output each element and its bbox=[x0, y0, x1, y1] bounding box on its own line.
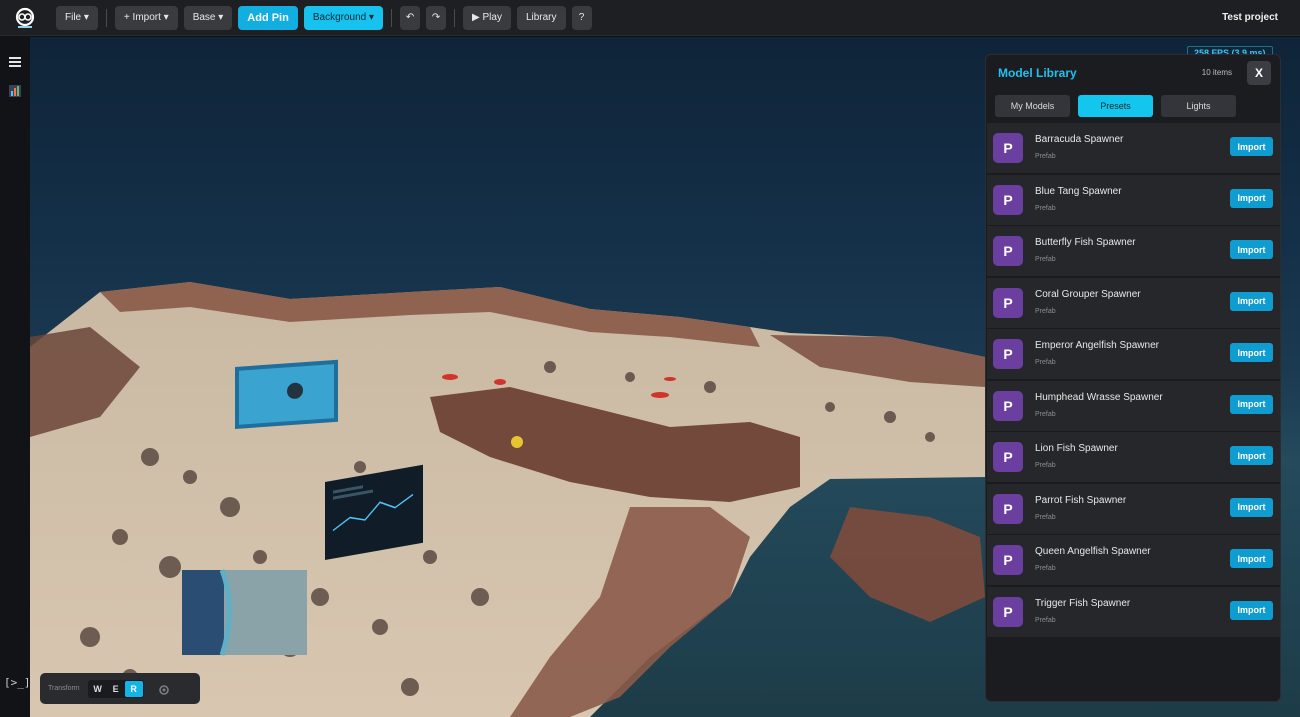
panel-header: Model Library 10 items X bbox=[986, 55, 1280, 91]
play-button[interactable]: ▶ Play bbox=[463, 5, 511, 30]
prefab-badge: P bbox=[993, 133, 1023, 163]
list-item: P Trigger Fish Spawner Prefab Import bbox=[987, 586, 1280, 638]
import-button[interactable]: Import bbox=[1230, 343, 1273, 362]
transform-mode-group: W E R bbox=[87, 679, 144, 698]
import-button[interactable]: Import bbox=[1230, 240, 1273, 259]
top-toolbar: File ▾ + Import ▾ Base ▾ Add Pin Backgro… bbox=[0, 0, 1300, 36]
item-name: Butterfly Fish Spawner bbox=[1035, 237, 1136, 248]
list-item: P Lion Fish Spawner Prefab Import bbox=[987, 432, 1280, 483]
item-type: Prefab bbox=[1035, 359, 1056, 366]
tab-lights[interactable]: Lights bbox=[1161, 95, 1236, 117]
item-name: Queen Angelfish Spawner bbox=[1035, 546, 1151, 557]
item-name: Coral Grouper Spawner bbox=[1035, 288, 1141, 300]
prefab-badge: P bbox=[993, 339, 1023, 369]
panel-title: Model Library bbox=[998, 66, 1077, 80]
item-name: Trigger Fish Spawner bbox=[1035, 597, 1131, 609]
toolbar-divider bbox=[454, 8, 456, 27]
item-name: Blue Tang Spawner bbox=[1035, 185, 1122, 197]
scale-mode-button[interactable]: R bbox=[124, 680, 143, 697]
app-logo-icon[interactable] bbox=[12, 5, 38, 31]
prefab-badge: P bbox=[993, 442, 1023, 472]
prefab-badge: P bbox=[993, 236, 1023, 266]
list-item: P Queen Angelfish Spawner Prefab Import bbox=[987, 535, 1280, 586]
hamburger-menu-icon[interactable] bbox=[7, 54, 23, 70]
preset-list: P Barracuda Spawner Prefab Import P Blue… bbox=[986, 123, 1280, 638]
tab-my-models[interactable]: My Models bbox=[995, 95, 1070, 117]
redo-button[interactable]: ↷ bbox=[426, 5, 447, 30]
prefab-badge: P bbox=[993, 545, 1023, 575]
model-library-panel: Model Library 10 items X My Models Prese… bbox=[985, 54, 1281, 702]
stats-chart-icon[interactable] bbox=[7, 83, 23, 99]
item-type: Prefab bbox=[1035, 616, 1056, 624]
file-menu-button[interactable]: File ▾ bbox=[56, 5, 98, 30]
list-item: P Coral Grouper Spawner Prefab Import bbox=[987, 277, 1280, 329]
prefab-badge: P bbox=[993, 184, 1023, 215]
item-type: Prefab bbox=[1035, 256, 1056, 263]
gear-icon[interactable] bbox=[158, 683, 170, 695]
close-button[interactable]: X bbox=[1247, 61, 1271, 85]
item-type: Prefab bbox=[1035, 462, 1056, 469]
import-menu-button[interactable]: + Import ▾ bbox=[114, 5, 178, 30]
import-button[interactable]: Import bbox=[1230, 137, 1273, 156]
transform-toolbar: Transform W E R bbox=[40, 673, 200, 704]
rotate-mode-button[interactable]: E bbox=[107, 681, 125, 697]
library-button[interactable]: Library bbox=[516, 5, 566, 30]
import-button[interactable]: Import bbox=[1230, 600, 1273, 620]
item-count: 10 items bbox=[1201, 68, 1232, 77]
tab-presets[interactable]: Presets bbox=[1078, 95, 1153, 117]
item-type: Prefab bbox=[1035, 307, 1056, 315]
list-item: P Emperor Angelfish Spawner Prefab Impor… bbox=[987, 329, 1280, 380]
undo-button[interactable]: ↶ bbox=[400, 5, 421, 30]
item-name: Barracuda Spawner bbox=[1035, 134, 1124, 145]
list-item: P Butterfly Fish Spawner Prefab Import bbox=[987, 226, 1280, 277]
help-button[interactable]: ? bbox=[571, 5, 592, 30]
item-type: Prefab bbox=[1035, 565, 1056, 572]
import-button[interactable]: Import bbox=[1230, 394, 1273, 414]
import-button[interactable]: Import bbox=[1230, 291, 1273, 311]
item-name: Emperor Angelfish Spawner bbox=[1035, 340, 1159, 351]
list-item: P Blue Tang Spawner Prefab Import bbox=[987, 174, 1280, 226]
transform-label: Transform bbox=[48, 685, 80, 692]
list-item: P Parrot Fish Spawner Prefab Import bbox=[987, 483, 1280, 535]
base-menu-button[interactable]: Base ▾ bbox=[183, 5, 233, 30]
translate-mode-button[interactable]: W bbox=[89, 681, 107, 697]
add-pin-button[interactable]: Add Pin bbox=[238, 5, 298, 30]
import-button[interactable]: Import bbox=[1230, 549, 1273, 568]
list-item: P Barracuda Spawner Prefab Import bbox=[987, 123, 1280, 174]
prefab-badge: P bbox=[993, 493, 1023, 524]
item-name: Lion Fish Spawner bbox=[1035, 443, 1118, 454]
list-item: P Humphead Wrasse Spawner Prefab Import bbox=[987, 380, 1280, 432]
console-toggle-icon[interactable]: [>_] bbox=[4, 676, 31, 689]
item-type: Prefab bbox=[1035, 153, 1056, 160]
import-button[interactable]: Import bbox=[1230, 497, 1273, 517]
prefab-badge: P bbox=[993, 390, 1023, 421]
item-type: Prefab bbox=[1035, 513, 1056, 521]
library-tabs: My Models Presets Lights bbox=[986, 91, 1280, 121]
left-rail bbox=[0, 37, 30, 717]
item-name: Parrot Fish Spawner bbox=[1035, 494, 1127, 506]
toolbar-divider bbox=[391, 8, 393, 27]
toolbar-divider bbox=[105, 8, 107, 27]
item-type: Prefab bbox=[1035, 410, 1056, 418]
background-menu-button[interactable]: Background ▾ bbox=[303, 5, 384, 30]
item-name: Humphead Wrasse Spawner bbox=[1035, 391, 1163, 403]
prefab-badge: P bbox=[993, 287, 1023, 318]
import-button[interactable]: Import bbox=[1230, 188, 1273, 208]
prefab-badge: P bbox=[993, 596, 1023, 627]
project-name: Test project bbox=[1222, 12, 1278, 23]
import-button[interactable]: Import bbox=[1230, 446, 1273, 465]
item-type: Prefab bbox=[1035, 204, 1056, 212]
